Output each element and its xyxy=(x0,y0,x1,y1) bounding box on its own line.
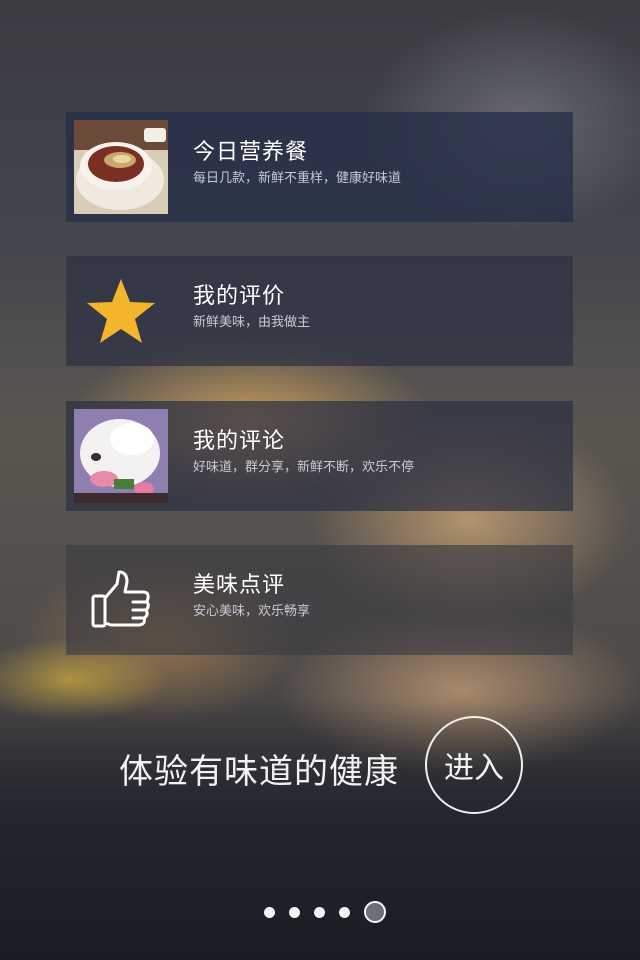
card-my-ratings[interactable]: 我的评价 新鲜美味，由我做主 xyxy=(66,256,573,366)
page-dot-active[interactable] xyxy=(364,901,386,923)
enter-button[interactable]: 进入 xyxy=(425,716,523,814)
soup-bowl-photo xyxy=(74,120,168,214)
card-title: 我的评论 xyxy=(193,429,286,454)
card-todays-meal[interactable]: 今日营养餐 每日几款，新鲜不重样，健康好味道 xyxy=(66,112,573,222)
thumbs-up-icon xyxy=(74,553,168,647)
card-subtitle: 新鲜美味，由我做主 xyxy=(193,315,311,330)
card-subtitle: 安心美味，欢乐畅享 xyxy=(193,604,311,619)
card-subtitle: 好味道，群分享，新鲜不断，欢乐不停 xyxy=(193,460,415,475)
page-dot[interactable] xyxy=(264,906,275,918)
white-cat-photo xyxy=(74,409,168,503)
card-title: 今日营养餐 xyxy=(193,140,309,165)
tagline: 体验有味道的健康 xyxy=(119,752,399,792)
page-dot[interactable] xyxy=(314,906,325,918)
card-my-comments[interactable]: 我的评论 好味道，群分享，新鲜不断，欢乐不停 xyxy=(66,401,573,511)
page-dot[interactable] xyxy=(289,906,300,918)
card-title: 美味点评 xyxy=(193,573,286,598)
card-food-reviews[interactable]: 美味点评 安心美味，欢乐畅享 xyxy=(66,545,573,655)
page-indicator xyxy=(264,899,386,925)
card-subtitle: 每日几款，新鲜不重样，健康好味道 xyxy=(193,171,402,186)
card-title: 我的评价 xyxy=(193,284,286,309)
star-icon xyxy=(74,264,168,358)
page-dot[interactable] xyxy=(339,906,350,918)
